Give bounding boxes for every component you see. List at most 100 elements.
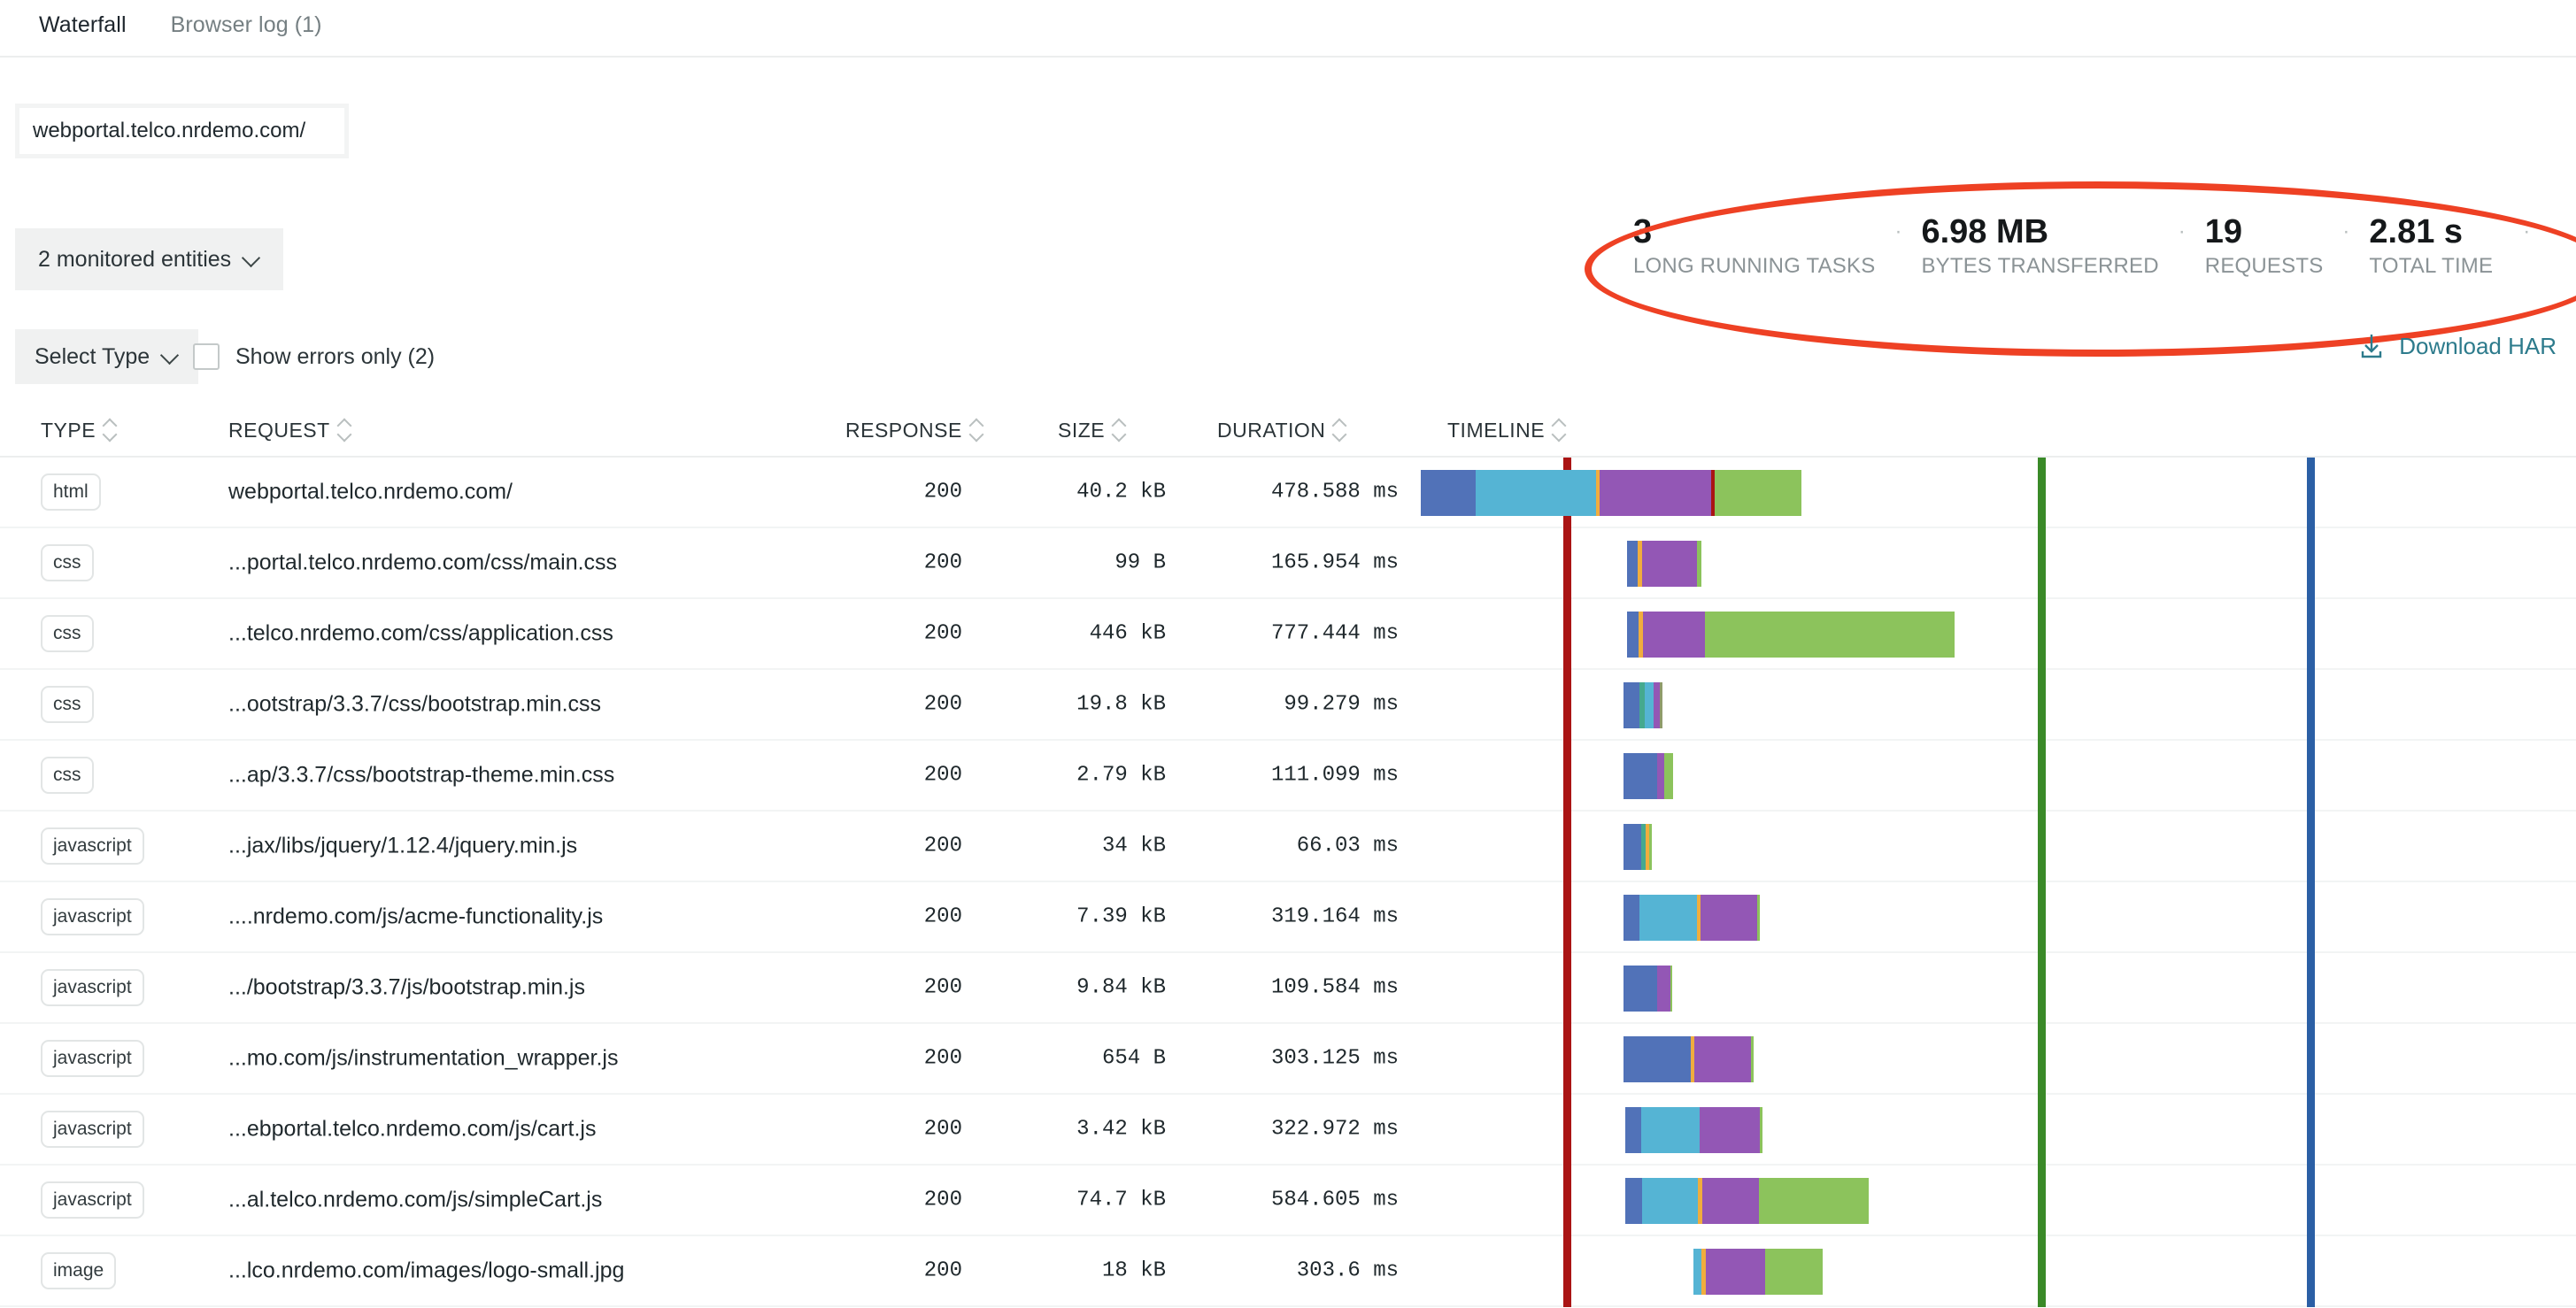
- size-value: 446 kB: [1089, 621, 1166, 646]
- dom-content-loaded-marker: [2038, 741, 2046, 812]
- request-url[interactable]: ...jax/libs/jquery/1.12.4/jquery.min.js: [228, 834, 577, 859]
- table-row[interactable]: javascript ...ebportal.telco.nrdemo.com/j…: [0, 1095, 2576, 1166]
- waterfall-bar[interactable]: [1623, 1036, 1754, 1082]
- table-row[interactable]: css ...ap/3.3.7/css/bootstrap-theme.min.c…: [0, 741, 2576, 812]
- request-url[interactable]: ....nrdemo.com/js/acme-functionality.js: [228, 904, 603, 930]
- dom-content-loaded-marker: [2038, 1166, 2046, 1236]
- waterfall-bar[interactable]: [1627, 541, 1701, 587]
- monitored-entities-dropdown[interactable]: 2 monitored entities: [15, 228, 284, 290]
- stat-separator: ·: [2342, 219, 2350, 243]
- response-code: 200: [923, 621, 962, 646]
- waterfall-segment: [1623, 753, 1657, 799]
- size-value: 9.84 kB: [1076, 975, 1166, 1000]
- first-paint-marker: [1563, 670, 1571, 741]
- waterfall-bar[interactable]: [1627, 612, 1955, 658]
- size-value: 3.42 kB: [1076, 1117, 1166, 1142]
- table-row[interactable]: css ...portal.telco.nrdemo.com/css/main.c…: [0, 528, 2576, 599]
- size-value: 34 kB: [1101, 834, 1166, 858]
- size-value: 99 B: [1114, 550, 1166, 575]
- waterfall-bar[interactable]: [1623, 966, 1672, 1012]
- waterfall-bar[interactable]: [1421, 470, 1801, 516]
- column-label: DURATION: [1217, 418, 1326, 442]
- tab-waterfall[interactable]: Waterfall: [39, 0, 127, 38]
- table-row[interactable]: html webportal.telco.nrdemo.com/200 40.2 k…: [0, 458, 2576, 528]
- column-header-type[interactable]: TYPE: [41, 403, 117, 458]
- waterfall-bar[interactable]: [1623, 753, 1673, 799]
- size-value: 40.2 kB: [1076, 480, 1166, 504]
- waterfall-bar[interactable]: [1625, 1178, 1869, 1224]
- column-header-duration[interactable]: DURATION: [1217, 403, 1346, 458]
- request-url[interactable]: .../bootstrap/3.3.7/js/bootstrap.min.js: [228, 975, 585, 1001]
- column-label: RESPONSE: [845, 418, 962, 442]
- column-header-size[interactable]: SIZE: [1058, 403, 1126, 458]
- response-code: 200: [923, 1046, 962, 1071]
- column-header-request[interactable]: REQUEST: [228, 403, 351, 458]
- waterfall-bar[interactable]: [1623, 824, 1652, 870]
- first-paint-marker: [1563, 882, 1571, 953]
- table-row[interactable]: javascript .../bootstrap/3.3.7/js/bootstr…: [0, 953, 2576, 1024]
- request-url[interactable]: ...mo.com/js/instrumentation_wrapper.js: [228, 1046, 618, 1072]
- request-url[interactable]: ...al.telco.nrdemo.com/js/simpleCart.js: [228, 1188, 602, 1213]
- request-url[interactable]: ...portal.telco.nrdemo.com/css/main.css: [228, 550, 617, 576]
- url-filter-input[interactable]: [19, 108, 344, 154]
- duration-value: 99.279 ms: [1284, 692, 1399, 717]
- type-badge: javascript: [41, 827, 144, 865]
- request-url[interactable]: ...lco.nrdemo.com/images/logo-small.jpg: [228, 1258, 624, 1284]
- sort-icon: [1333, 419, 1346, 442]
- waterfall-segment: [1760, 1107, 1762, 1153]
- column-label: TIMELINE: [1447, 418, 1546, 442]
- request-url[interactable]: webportal.telco.nrdemo.com/: [228, 480, 513, 505]
- column-header-timeline[interactable]: TIMELINE: [1447, 403, 1566, 458]
- waterfall-segment: [1421, 470, 1476, 516]
- request-url[interactable]: ...ap/3.3.7/css/bootstrap-theme.min.css: [228, 763, 614, 789]
- size-value: 19.8 kB: [1076, 692, 1166, 717]
- show-errors-only-toggle[interactable]: Show errors only (2): [193, 329, 435, 384]
- response-code: 200: [923, 692, 962, 717]
- stat-caption: BYTES TRANSFERRED: [1921, 254, 2159, 278]
- table-row[interactable]: css ...telco.nrdemo.com/css/application.c…: [0, 599, 2576, 670]
- window-load-marker: [2307, 458, 2315, 528]
- tab-browser-log[interactable]: Browser log (1): [171, 0, 322, 38]
- waterfall-bar[interactable]: [1693, 1249, 1823, 1295]
- show-errors-only-checkbox[interactable]: [193, 343, 220, 370]
- duration-value: 165.954 ms: [1270, 550, 1399, 575]
- column-label: REQUEST: [228, 418, 330, 442]
- sort-icon: [1553, 419, 1566, 442]
- waterfall-bar[interactable]: [1623, 895, 1760, 941]
- request-url[interactable]: ...telco.nrdemo.com/css/application.css: [228, 621, 613, 647]
- sort-icon: [1113, 419, 1126, 442]
- window-load-marker: [2307, 599, 2315, 670]
- waterfall-segment: [1697, 541, 1701, 587]
- table-row[interactable]: javascript ....nrdemo.com/js/acme-functio…: [0, 882, 2576, 953]
- duration-value: 478.588 ms: [1270, 480, 1399, 504]
- waterfall-segment: [1643, 612, 1705, 658]
- first-paint-marker: [1563, 1095, 1571, 1166]
- download-har-link[interactable]: Download HAR: [2358, 332, 2557, 360]
- select-type-label: Select Type: [35, 343, 150, 369]
- table-row[interactable]: javascript ...jax/libs/jquery/1.12.4/jque…: [0, 812, 2576, 882]
- request-url[interactable]: ...ootstrap/3.3.7/css/bootstrap.min.css: [228, 692, 601, 718]
- waterfall-segment: [1702, 1178, 1759, 1224]
- column-header-response[interactable]: RESPONSE: [845, 403, 983, 458]
- stat-separator: ·: [1894, 219, 1902, 243]
- stat-bytes-transferred: 6.98 MB BYTES TRANSFERRED: [1921, 212, 2158, 281]
- waterfall-bar[interactable]: [1623, 682, 1662, 728]
- sort-icon: [970, 419, 983, 442]
- table-row[interactable]: css ...ootstrap/3.3.7/css/bootstrap.min.c…: [0, 670, 2576, 741]
- table-row[interactable]: javascript ...al.telco.nrdemo.com/js/simp…: [0, 1166, 2576, 1236]
- waterfall-bar[interactable]: [1625, 1107, 1762, 1153]
- table-row[interactable]: image ...lco.nrdemo.com/images/logo-small…: [0, 1236, 2576, 1307]
- select-type-dropdown[interactable]: Select Type: [15, 329, 199, 384]
- show-errors-only-label: Show errors only (2): [235, 343, 436, 369]
- table-row[interactable]: javascript ...mo.com/js/instrumentation_w…: [0, 1024, 2576, 1095]
- type-badge: css: [41, 686, 94, 723]
- size-value: 74.7 kB: [1076, 1188, 1166, 1212]
- waterfall-segment: [1700, 1107, 1760, 1153]
- chevron-down-icon: [162, 349, 179, 365]
- window-load-marker: [2307, 670, 2315, 741]
- waterfall-segment: [1625, 1178, 1642, 1224]
- type-badge: javascript: [41, 1181, 144, 1219]
- waterfall-segment: [1751, 1036, 1754, 1082]
- duration-value: 777.444 ms: [1270, 621, 1399, 646]
- request-url[interactable]: ...ebportal.telco.nrdemo.com/js/cart.js: [228, 1117, 596, 1143]
